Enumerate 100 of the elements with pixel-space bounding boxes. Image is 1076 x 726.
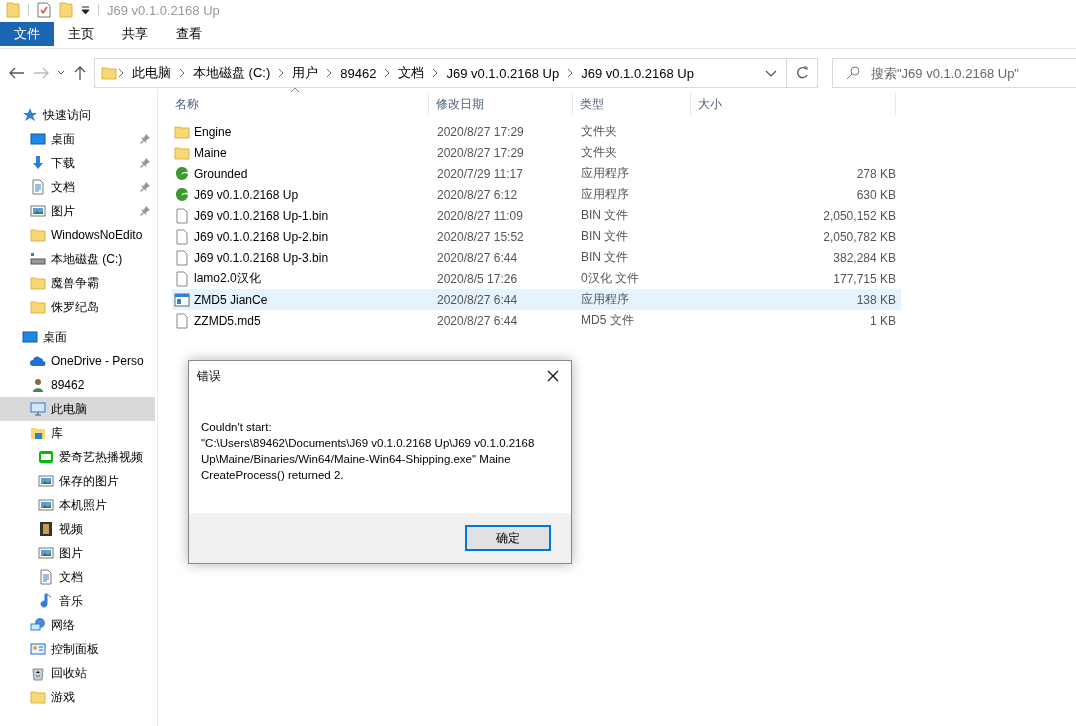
ok-button[interactable]: 确定 bbox=[465, 525, 551, 551]
folder-icon bbox=[174, 144, 190, 161]
file-row[interactable]: lamo2.0汉化 2020/8/5 17:26 0汉化 文件 177,715 KB bbox=[172, 268, 901, 289]
file-date: 2020/8/27 6:44 bbox=[436, 292, 519, 307]
breadcrumb[interactable]: J69 v0.1.0.2168 Up bbox=[574, 65, 701, 81]
breadcrumb[interactable]: 此电脑 bbox=[125, 64, 178, 82]
nav-item[interactable]: 下载 bbox=[0, 151, 155, 175]
file-date: 2020/8/27 17:29 bbox=[436, 145, 525, 160]
picture-icon bbox=[38, 497, 54, 513]
search-field[interactable]: 搜索"J69 v0.1.0.2168 Up" bbox=[832, 58, 1076, 88]
folder-icon bbox=[6, 2, 20, 18]
file-name: J69 v0.1.0.2168 Up-3.bin bbox=[194, 250, 329, 265]
file-date: 2020/8/27 11:09 bbox=[436, 208, 524, 223]
nav-item[interactable]: 库 bbox=[0, 421, 155, 445]
file-size: 2,050,152 KB bbox=[822, 208, 897, 223]
nav-item[interactable]: 89462 bbox=[0, 373, 155, 397]
close-icon[interactable] bbox=[547, 370, 559, 382]
nav-item[interactable]: 爱奇艺热播视频 bbox=[0, 445, 155, 469]
file-type: 应用程序 bbox=[580, 186, 630, 203]
refresh-button[interactable] bbox=[787, 58, 818, 88]
breadcrumb[interactable]: 89462 bbox=[333, 65, 384, 81]
file-name: lamo2.0汉化 bbox=[194, 270, 261, 287]
breadcrumb[interactable]: 文档 bbox=[391, 64, 432, 82]
up-arrow-icon[interactable] bbox=[72, 65, 88, 81]
ribbon-tab[interactable]: 主页 bbox=[54, 22, 108, 46]
nav-item[interactable]: 游戏 bbox=[0, 685, 155, 709]
column-header[interactable]: 大小 bbox=[691, 93, 896, 115]
file-icon bbox=[174, 228, 190, 245]
nav-item[interactable]: 网络 bbox=[0, 613, 155, 637]
file-date: 2020/8/27 6:44 bbox=[436, 250, 519, 265]
nav-item[interactable]: 文档 bbox=[0, 175, 155, 199]
chevron-right-icon bbox=[277, 68, 286, 78]
file-name: J69 v0.1.0.2168 Up-2.bin bbox=[194, 229, 329, 244]
file-row[interactable]: Grounded 2020/7/29 11:17 应用程序 278 KB bbox=[172, 163, 901, 184]
picture-icon bbox=[30, 203, 46, 219]
file-row[interactable]: ZMD5 JianCe 2020/8/27 6:44 应用程序 138 KB bbox=[172, 289, 901, 310]
file-type: 0汉化 文件 bbox=[580, 270, 640, 287]
column-header[interactable]: 类型 bbox=[573, 93, 691, 115]
nav-item[interactable]: 图片 bbox=[0, 541, 155, 565]
ribbon-tab[interactable]: 查看 bbox=[162, 22, 216, 46]
leaf-icon bbox=[174, 186, 190, 203]
picture-icon bbox=[38, 473, 54, 489]
folder-icon bbox=[174, 123, 190, 140]
ribbon-tab[interactable]: 共享 bbox=[108, 22, 162, 46]
player-icon bbox=[38, 449, 54, 465]
nav-item[interactable]: 本机照片 bbox=[0, 493, 155, 517]
nav-item[interactable]: 魔兽争霸 bbox=[0, 271, 155, 295]
file-date: 2020/7/29 11:17 bbox=[436, 166, 524, 181]
nav-item[interactable]: 快速访问 bbox=[0, 103, 155, 127]
nav-item[interactable]: 图片 bbox=[0, 199, 155, 223]
file-name: J69 v0.1.0.2168 Up-1.bin bbox=[194, 208, 329, 223]
nav-item[interactable]: 回收站 bbox=[0, 661, 155, 685]
breadcrumb[interactable]: 用户 bbox=[285, 64, 326, 82]
file-row[interactable]: J69 v0.1.0.2168 Up-1.bin 2020/8/27 11:09 BIN 文件 2,050,152 KB bbox=[172, 205, 901, 226]
nav-item[interactable]: 音乐 bbox=[0, 589, 155, 613]
file-date: 2020/8/5 17:26 bbox=[436, 271, 519, 286]
back-arrow-icon[interactable] bbox=[8, 65, 26, 81]
file-size: 138 KB bbox=[855, 292, 897, 307]
refresh-icon bbox=[795, 66, 809, 80]
nav-item[interactable]: 此电脑 bbox=[0, 397, 155, 421]
nav-item[interactable]: 桌面 bbox=[0, 127, 155, 151]
file-type: 应用程序 bbox=[580, 291, 630, 308]
file-row[interactable]: ZZMD5.md5 2020/8/27 6:44 MD5 文件 1 KB bbox=[172, 310, 901, 331]
drive-icon bbox=[30, 251, 46, 267]
nav-item[interactable]: 本地磁盘 (C:) bbox=[0, 247, 155, 271]
folder-icon bbox=[30, 227, 46, 243]
leaf-icon bbox=[174, 165, 190, 182]
film-icon bbox=[38, 521, 54, 537]
file-row[interactable]: Maine 2020/8/27 17:29 文件夹 bbox=[172, 142, 901, 163]
file-name: Maine bbox=[194, 145, 227, 160]
breadcrumb[interactable]: J69 v0.1.0.2168 Up bbox=[439, 65, 567, 81]
column-header[interactable]: 修改日期 bbox=[429, 93, 573, 115]
folder-icon bbox=[101, 65, 117, 81]
nav-item[interactable]: 保存的图片 bbox=[0, 469, 155, 493]
nav-item[interactable]: 控制面板 bbox=[0, 637, 155, 661]
nav-item[interactable]: 文档 bbox=[0, 565, 155, 589]
document-icon bbox=[30, 179, 46, 195]
address-bar[interactable]: 此电脑 本地磁盘 (C:) 用户 89462 文档 J69 v0.1.0.2168 Up J69 v0.1.0.2168 Up bbox=[94, 58, 787, 88]
breadcrumb[interactable]: 本地磁盘 (C:) bbox=[186, 64, 278, 82]
chevron-right-icon bbox=[383, 68, 392, 78]
ribbon-tab[interactable]: 文件 bbox=[0, 22, 54, 46]
nav-item[interactable]: 桌面 bbox=[0, 325, 155, 349]
properties-check-icon[interactable] bbox=[37, 2, 51, 18]
file-row[interactable]: J69 v0.1.0.2168 Up 2020/8/27 6:12 应用程序 630 KB bbox=[172, 184, 901, 205]
column-header[interactable]: 名称 bbox=[168, 93, 429, 115]
nav-item[interactable]: OneDrive - Perso bbox=[0, 349, 155, 373]
nav-item[interactable]: 视频 bbox=[0, 517, 155, 541]
file-row[interactable]: J69 v0.1.0.2168 Up-2.bin 2020/8/27 15:52 BIN 文件 2,050,782 KB bbox=[172, 226, 901, 247]
recycle-bin-icon bbox=[30, 665, 46, 681]
chevron-right-icon bbox=[178, 68, 186, 78]
file-type: BIN 文件 bbox=[580, 228, 630, 245]
folder-icon bbox=[30, 275, 46, 291]
file-size: 382,284 KB bbox=[832, 250, 897, 265]
nav-item[interactable]: WindowsNoEdito bbox=[0, 223, 155, 247]
chevron-right-icon bbox=[117, 68, 125, 78]
nav-item[interactable]: 侏罗纪岛 bbox=[0, 295, 155, 319]
file-row[interactable]: Engine 2020/8/27 17:29 文件夹 bbox=[172, 121, 901, 142]
file-row[interactable]: J69 v0.1.0.2168 Up-3.bin 2020/8/27 6:44 BIN 文件 382,284 KB bbox=[172, 247, 901, 268]
user-icon bbox=[30, 377, 46, 393]
window-title: J69 v0.1.0.2168 Up bbox=[107, 2, 220, 18]
